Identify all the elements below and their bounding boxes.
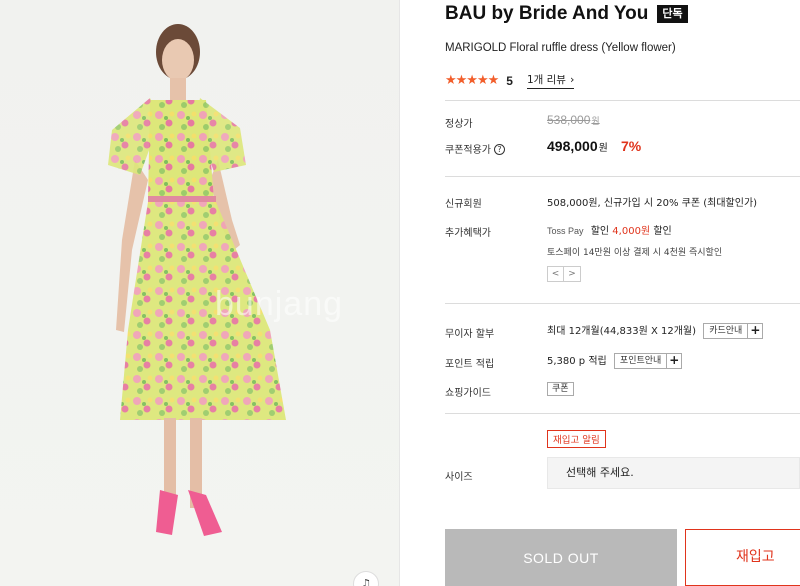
discount-rate: 7% bbox=[621, 138, 642, 154]
card-info-label: 카드안내 bbox=[703, 323, 749, 339]
plus-icon: + bbox=[748, 323, 764, 339]
review-link-label: 1개 리뷰 bbox=[526, 74, 566, 86]
divider bbox=[445, 176, 800, 177]
regular-price-unit: 원 bbox=[591, 116, 600, 126]
shopping-guide-label: 쇼핑가이드 bbox=[445, 388, 491, 399]
size-label: 사이즈 bbox=[445, 472, 473, 483]
brand-name[interactable]: BAU by Bride And You bbox=[445, 3, 648, 25]
product-name: MARIGOLD Floral ruffle dress (Yellow flo… bbox=[445, 42, 676, 54]
next-arrow-icon[interactable]: > bbox=[564, 266, 581, 282]
toss-pay-logo: Toss Pay bbox=[547, 226, 584, 236]
installment-text: 최대 12개월(44,833원 X 12개월) bbox=[547, 326, 697, 337]
sold-out-button[interactable]: SOLD OUT bbox=[445, 529, 677, 586]
divider bbox=[445, 100, 800, 101]
installment-label: 무이자 할부 bbox=[445, 329, 495, 340]
toss-condition: 토스페이 14만원 이상 결제 시 4천원 즉시할인 bbox=[547, 248, 723, 258]
rating-row: ★★★★★ 5 1개 리뷰 › bbox=[445, 72, 575, 89]
rating-score: 5 bbox=[506, 73, 513, 88]
product-image: bunjang bbox=[0, 0, 400, 586]
brand-header: BAU by Bride And You 단독 bbox=[445, 3, 688, 25]
toss-suffix: 할인 bbox=[653, 226, 672, 237]
points-info-button[interactable]: 포인트안내 + bbox=[613, 353, 683, 369]
extra-benefit-label: 추가혜택가 bbox=[445, 228, 491, 239]
size-select[interactable]: 선택해 주세요. bbox=[547, 457, 800, 489]
exclusive-badge: 단독 bbox=[657, 5, 688, 23]
points-label: 포인트 적립 bbox=[445, 359, 495, 370]
new-member-label: 신규회원 bbox=[445, 199, 482, 210]
card-info-button[interactable]: 카드안내 + bbox=[703, 323, 764, 339]
restock-notify-button[interactable]: 재입고 bbox=[685, 529, 800, 586]
restock-alert-button[interactable]: 재입고 알림 bbox=[547, 430, 606, 448]
new-member-text: 508,000원, 신규가입 시 20% 쿠폰 (최대할인가) bbox=[547, 198, 758, 209]
toss-prefix: 할인 bbox=[590, 226, 610, 237]
coupon-price-label: 쿠폰적용가 bbox=[445, 145, 491, 156]
question-icon[interactable]: ? bbox=[494, 144, 505, 155]
watermark: bunjang bbox=[215, 285, 344, 323]
divider bbox=[445, 413, 800, 414]
review-link[interactable]: 1개 리뷰 › bbox=[526, 72, 575, 89]
coupon-price-unit: 원 bbox=[598, 143, 608, 154]
regular-price-label: 정상가 bbox=[445, 119, 473, 130]
benefit-pager: < > bbox=[547, 266, 581, 282]
points-info-label: 포인트안내 bbox=[613, 353, 668, 369]
shopping-guide-row: 쿠폰 bbox=[547, 381, 574, 396]
coupon-price-value: 498,000 bbox=[547, 138, 598, 154]
toss-benefit: Toss Pay 할인 4,000원 할인 bbox=[547, 222, 672, 237]
coupon-price: 498,000원 7% bbox=[547, 138, 641, 154]
points-row: 5,380 p 적립 포인트안내 + bbox=[547, 352, 683, 369]
divider bbox=[445, 303, 800, 304]
regular-price-value: 538,000 bbox=[547, 113, 591, 127]
points-text: 5,380 p 적립 bbox=[547, 356, 607, 367]
coupon-price-label-row: 쿠폰적용가? bbox=[445, 141, 505, 156]
toss-amount: 4,000원 bbox=[612, 226, 651, 237]
coupon-badge[interactable]: 쿠폰 bbox=[547, 382, 574, 396]
plus-icon: + bbox=[667, 353, 683, 369]
product-info-panel: BAU by Bride And You 단독 MARIGOLD Floral … bbox=[400, 0, 800, 586]
star-rating-icon: ★★★★★ bbox=[445, 73, 499, 88]
prev-arrow-icon[interactable]: < bbox=[547, 266, 564, 282]
regular-price: 538,000원 bbox=[547, 113, 600, 127]
chevron-right-icon: › bbox=[569, 73, 575, 86]
installment-row: 최대 12개월(44,833원 X 12개월) 카드안내 + bbox=[547, 322, 764, 339]
